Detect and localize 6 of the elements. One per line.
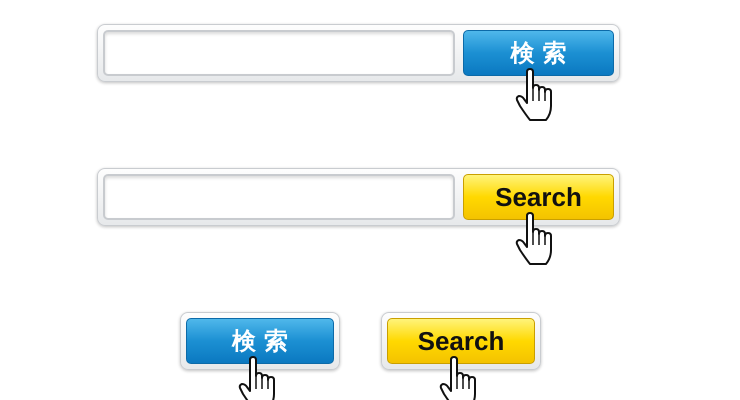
search-field[interactable] <box>103 174 455 220</box>
search-field[interactable] <box>103 30 455 76</box>
search-button[interactable]: 検 索 <box>463 30 614 76</box>
search-button[interactable]: Search <box>463 174 614 220</box>
search-button[interactable]: Search <box>387 318 535 364</box>
search-button[interactable]: 検 索 <box>186 318 334 364</box>
